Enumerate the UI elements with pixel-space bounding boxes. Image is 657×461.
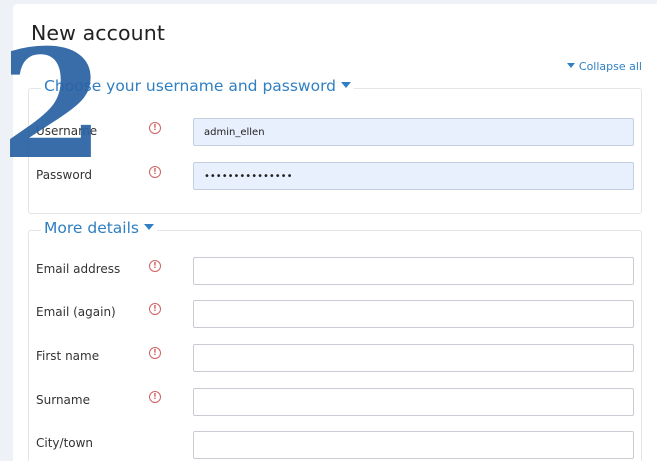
surname-label: Surname (36, 393, 90, 407)
page-root: New account 2 Collapse all Choose your u… (0, 0, 657, 461)
required-icon: ! (149, 166, 161, 178)
city-row: City/town (29, 429, 641, 459)
caret-down-icon (566, 63, 575, 68)
surname-row: Surname ! (29, 386, 641, 416)
credentials-section-toggle[interactable]: Choose your username and password (41, 77, 355, 95)
required-icon: ! (149, 347, 161, 359)
email-again-row: Email (again) ! (29, 298, 641, 328)
email-input[interactable] (193, 257, 634, 285)
more-details-section-title: More details (44, 219, 139, 237)
email-row: Email address ! (29, 255, 641, 285)
required-icon: ! (149, 122, 161, 134)
collapse-all-label: Collapse all (578, 60, 642, 73)
caret-down-icon (341, 82, 352, 88)
required-icon: ! (149, 303, 161, 315)
credentials-section-title: Choose your username and password (44, 77, 337, 95)
first-name-label: First name (36, 349, 100, 363)
caret-down-icon (144, 224, 154, 230)
first-name-row: First name ! (29, 342, 641, 372)
required-icon: ! (149, 260, 161, 272)
email-label: Email address (36, 262, 121, 276)
city-input[interactable] (193, 431, 634, 459)
username-input[interactable] (193, 118, 634, 146)
email-again-input[interactable] (193, 300, 634, 328)
email-again-label: Email (again) (36, 305, 116, 319)
password-row: Password ! (29, 161, 641, 191)
more-details-section: More details Email address ! Email (agai… (28, 219, 642, 461)
username-row: Username ! (29, 117, 641, 147)
password-input[interactable] (193, 162, 634, 190)
page-title: New account (31, 21, 165, 45)
more-details-section-toggle[interactable]: More details (41, 219, 157, 237)
required-icon: ! (149, 391, 161, 403)
password-label: Password (36, 168, 93, 182)
username-label: Username (36, 124, 98, 138)
surname-input[interactable] (193, 388, 634, 416)
collapse-all-link[interactable]: Collapse all (566, 60, 642, 73)
first-name-input[interactable] (193, 344, 634, 372)
city-label: City/town (36, 436, 94, 450)
credentials-section: Choose your username and password Userna… (28, 77, 642, 214)
